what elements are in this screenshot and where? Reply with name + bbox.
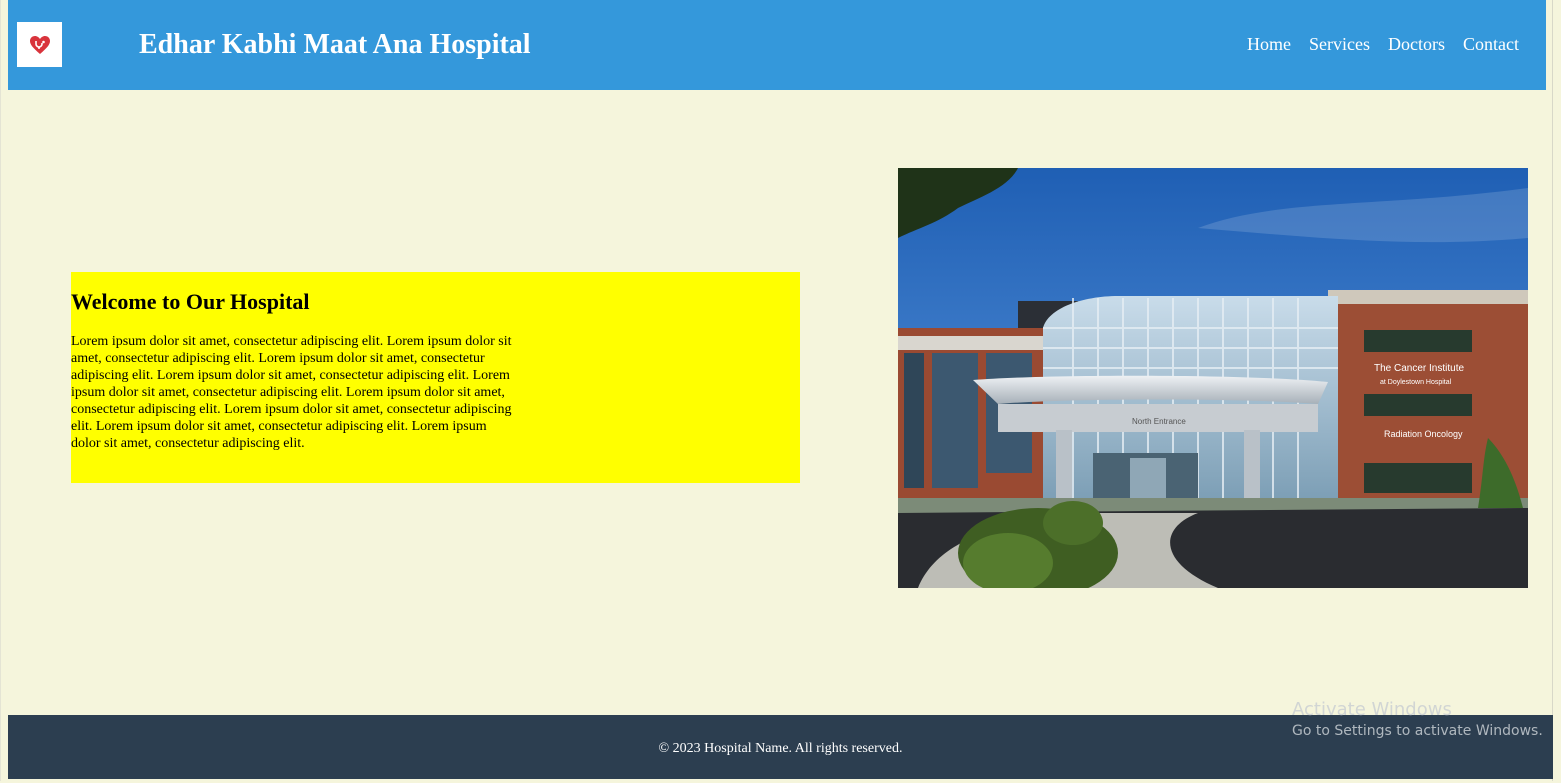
nav-link-contact[interactable]: Contact — [1463, 33, 1519, 55]
site-header: Edhar Kabhi Maat Ana Hospital Home Servi… — [8, 0, 1546, 90]
main-nav: Home Services Doctors Contact — [1247, 33, 1519, 55]
hospital-building-illustration: The Cancer Institute at Doylestown Hospi… — [898, 168, 1528, 588]
copyright-text: © 2023 Hospital Name. All rights reserve… — [658, 741, 903, 756]
site-title: Edhar Kabhi Maat Ana Hospital — [139, 29, 531, 60]
nav-link-home[interactable]: Home — [1247, 33, 1291, 55]
nav-link-doctors[interactable]: Doctors — [1388, 33, 1445, 55]
entrance-sign: North Entrance — [1132, 417, 1186, 426]
watermark-title: Activate Windows — [1292, 699, 1452, 720]
hospital-logo[interactable] — [17, 22, 62, 67]
nav-link-services[interactable]: Services — [1309, 33, 1370, 55]
sign-text-location: at Doylestown Hospital — [1380, 379, 1452, 386]
heart-stethoscope-icon — [29, 35, 50, 54]
activate-windows-watermark: Activate Windows Go to Settings to activ… — [1292, 698, 1543, 740]
welcome-section: Welcome to Our Hospital Lorem ipsum dolo… — [71, 272, 800, 483]
hospital-building-image: The Cancer Institute at Doylestown Hospi… — [898, 168, 1528, 588]
welcome-text: Lorem ipsum dolor sit amet, consectetur … — [71, 334, 512, 451]
watermark-subtitle: Go to Settings to activate Windows. — [1292, 723, 1543, 739]
welcome-heading: Welcome to Our Hospital — [71, 289, 310, 314]
sign-text-department: Radiation Oncology — [1384, 429, 1463, 439]
sign-text-institute: The Cancer Institute — [1374, 363, 1464, 374]
